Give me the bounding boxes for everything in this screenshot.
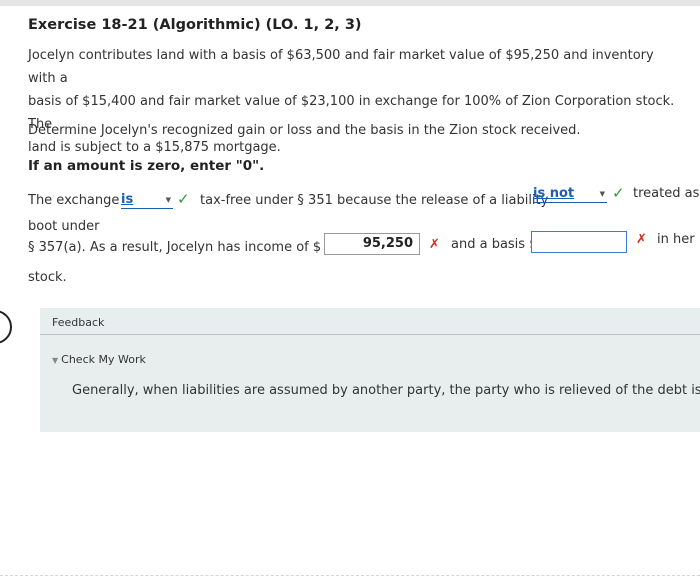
row2-text: boot under bbox=[28, 219, 100, 234]
check-my-work-label: Check My Work bbox=[61, 353, 146, 366]
x-mark-icon: ✗ bbox=[636, 232, 647, 247]
check-my-work-toggle[interactable]: ▼ Check My Work bbox=[52, 353, 146, 366]
feedback-divider bbox=[40, 334, 700, 335]
disclosure-triangle-icon: ▼ bbox=[52, 356, 59, 365]
feedback-panel: Feedback ▼ Check My Work Generally, when … bbox=[40, 308, 700, 432]
row3-suffix: in her bbox=[657, 232, 695, 247]
problem-line-1: Jocelyn contributes land with a basis of… bbox=[28, 48, 654, 86]
exchange-select[interactable]: is ▼ bbox=[121, 192, 173, 209]
dropdown-caret-icon: ▼ bbox=[165, 196, 171, 204]
row1-suffix: treated as bbox=[633, 186, 700, 201]
exchange-select-value: is bbox=[121, 192, 134, 207]
bottom-divider bbox=[0, 575, 700, 577]
row1-middle: tax-free under § 351 because the release… bbox=[200, 193, 549, 208]
liability-select-value: is not bbox=[533, 186, 575, 201]
row3-middle: and a basis $ bbox=[451, 237, 538, 252]
x-mark-icon: ✗ bbox=[429, 237, 440, 252]
row3-prefix: § 357(a). As a result, Jocelyn has incom… bbox=[28, 240, 322, 255]
instruction-text: Determine Jocelyn's recognized gain or l… bbox=[28, 123, 581, 138]
partial-circle-icon bbox=[0, 310, 12, 344]
dropdown-caret-icon: ▼ bbox=[599, 190, 605, 198]
checkmark-icon: ✓ bbox=[612, 184, 625, 202]
zero-note: If an amount is zero, enter "0". bbox=[28, 158, 265, 174]
top-divider bbox=[0, 0, 700, 6]
row1-prefix: The exchange bbox=[28, 193, 120, 208]
exercise-title: Exercise 18-21 (Algorithmic) (LO. 1, 2, … bbox=[28, 17, 362, 33]
liability-select[interactable]: is not ▼ bbox=[533, 186, 607, 203]
feedback-label: Feedback bbox=[52, 316, 105, 329]
basis-input[interactable] bbox=[531, 231, 627, 253]
feedback-text: Generally, when liabilities are assumed … bbox=[72, 383, 700, 398]
checkmark-icon: ✓ bbox=[177, 190, 190, 208]
income-input[interactable]: 95,250 bbox=[324, 233, 420, 255]
row4-text: stock. bbox=[28, 270, 67, 285]
